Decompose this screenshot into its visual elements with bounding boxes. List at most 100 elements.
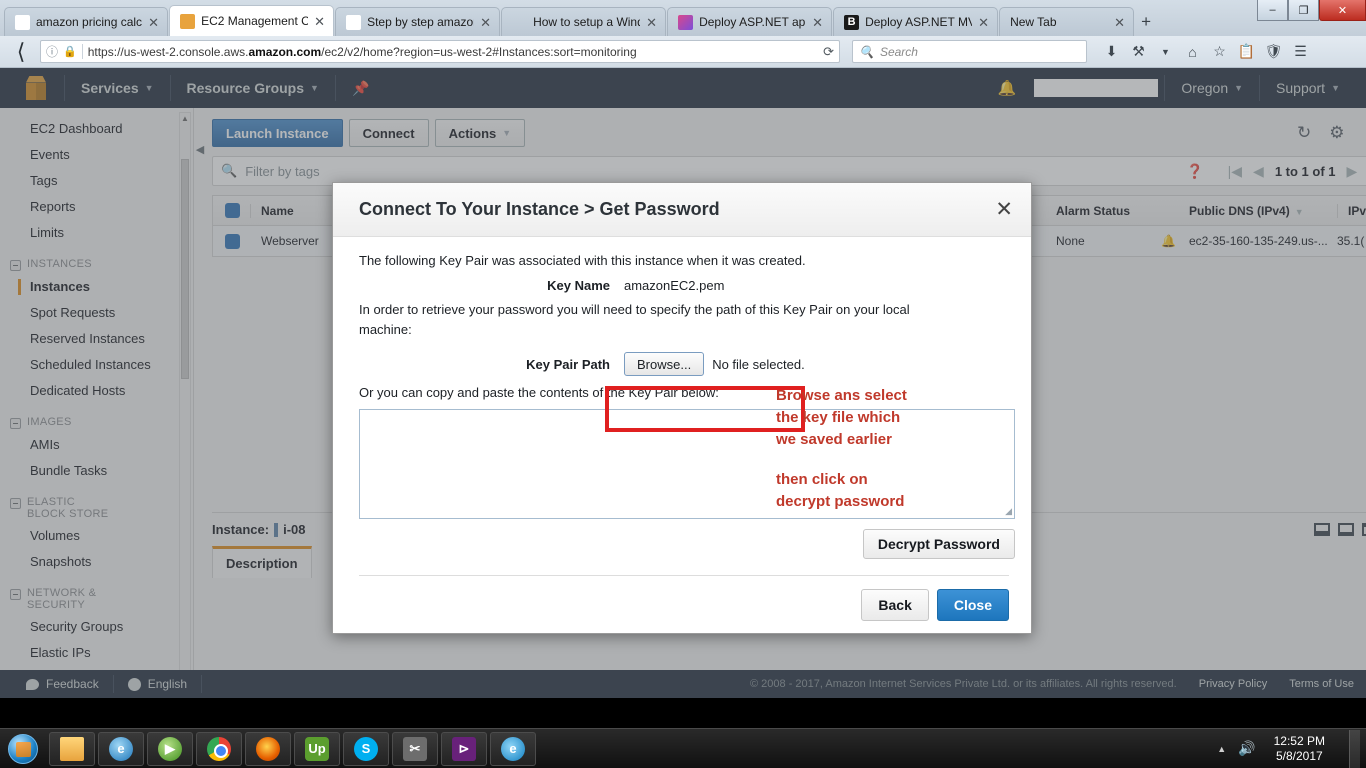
visual-studio-icon: ⊳ (452, 736, 476, 761)
browser-tab-3[interactable]: How to setup a Windows ✕ (501, 7, 667, 36)
restore-button[interactable]: ❐ (1288, 0, 1319, 21)
tab-title: How to setup a Windows (533, 15, 640, 29)
close-icon[interactable]: ✕ (1114, 16, 1126, 29)
tab-title: New Tab (1010, 15, 1057, 29)
browser-tab-0[interactable]: G amazon pricing calc ✕ (4, 7, 169, 36)
taskbar-snipping-tool[interactable]: ✂ (392, 731, 438, 766)
close-icon[interactable]: ✕ (646, 16, 658, 29)
clock-time: 12:52 PM (1273, 733, 1325, 748)
menu-icon[interactable]: ☰ (1288, 40, 1313, 64)
tab-title: Step by step amazon (367, 15, 475, 29)
close-icon[interactable]: ✕ (995, 199, 1013, 220)
close-icon[interactable]: ✕ (148, 16, 160, 29)
browser-tab-1[interactable]: EC2 Management Co ✕ (169, 5, 335, 36)
screen: G amazon pricing calc ✕ EC2 Management C… (0, 0, 1366, 768)
no-file-selected-label: No file selected. (712, 356, 805, 372)
decrypt-password-button[interactable]: Decrypt Password (862, 529, 1015, 559)
get-password-modal: Connect To Your Instance > Get Password … (332, 182, 1032, 634)
aws-icon (180, 13, 196, 29)
firefox-icon (256, 736, 280, 761)
close-icon[interactable]: ✕ (812, 16, 824, 29)
browser-tab-5[interactable]: B Deploy ASP.NET MVC ✕ (833, 7, 999, 36)
key-name-label: Key Name (547, 278, 610, 293)
chevron-down-icon[interactable]: ▼ (1153, 40, 1178, 64)
system-tray: ▲ 🔊 12:52 PM 5/8/2017 (1217, 729, 1366, 768)
close-icon[interactable]: ✕ (314, 15, 326, 28)
decrypt-row: Decrypt Password (359, 529, 1015, 559)
modal-body: The following Key Pair was associated wi… (333, 237, 1031, 559)
close-button[interactable]: Close (936, 589, 1009, 621)
browser-tab-6[interactable]: New Tab ✕ (999, 7, 1135, 36)
home-icon[interactable]: ⌂ (1180, 40, 1205, 64)
internet-explorer-icon: e (109, 736, 133, 761)
highlight-box (605, 386, 805, 432)
uplay-icon: Up (305, 736, 329, 761)
search-icon: 🔍 (859, 44, 874, 59)
clock[interactable]: 12:52 PM 5/8/2017 (1268, 734, 1331, 764)
shield-icon[interactable]: 🛡 (1261, 40, 1286, 64)
close-icon[interactable]: ✕ (978, 16, 990, 29)
key-pair-path-label: Key Pair Path (526, 356, 610, 372)
extension-icon[interactable]: ⚒ (1126, 40, 1151, 64)
modal-footer-buttons: Back Close (359, 589, 1009, 621)
taskbar-chrome[interactable] (196, 731, 242, 766)
close-icon[interactable]: ✕ (480, 16, 492, 29)
browse-button[interactable]: Browse... (624, 352, 705, 376)
volume-icon[interactable]: 🔊 (1238, 740, 1255, 757)
new-tab-button[interactable]: + (1135, 12, 1159, 36)
edge-icon: e (501, 736, 525, 761)
windows-logo-icon (8, 733, 38, 764)
annotation-browse-select: Browse ans select the key file which we … (776, 387, 907, 448)
search-placeholder: Search (879, 44, 918, 59)
tab-title: amazon pricing calc (36, 15, 143, 29)
snipping-tool-icon: ✂ (403, 736, 427, 761)
taskbar-media-player[interactable]: ▶ (147, 731, 193, 766)
modal-instruction-line1: In order to retrieve your password you w… (359, 302, 910, 317)
browser-search-input[interactable]: 🔍 Search (852, 40, 1087, 63)
window-controls: – ❐ ✕ (1257, 0, 1366, 22)
page-info-icon[interactable]: ⓘ (46, 43, 58, 60)
annotation-decrypt: then click on decrypt password (776, 471, 905, 510)
taskbar-internet-explorer[interactable]: e (98, 731, 144, 766)
modal-footer: Back Close (359, 575, 1009, 621)
taskbar-firefox[interactable] (245, 731, 291, 766)
skype-icon: S (354, 736, 378, 761)
downloads-icon[interactable]: ⬇ (1099, 40, 1124, 64)
divider (359, 575, 1009, 576)
modal-instruction-line2: machine: (359, 322, 412, 337)
back-button[interactable]: Back (861, 589, 929, 621)
back-icon[interactable]: ⟨ (8, 39, 34, 65)
file-input[interactable]: Browse... No file selected. (624, 352, 805, 376)
taskbar-file-explorer[interactable] (49, 731, 95, 766)
show-hidden-icons-icon[interactable]: ▲ (1217, 744, 1226, 754)
blog-icon: B (844, 14, 860, 30)
bookmark-star-icon[interactable]: ☆ (1207, 40, 1232, 64)
modal-intro-text: The following Key Pair was associated wi… (359, 253, 806, 268)
key-name-row: Key Name amazonEC2.pem (359, 278, 1009, 293)
show-desktop-button[interactable] (1349, 729, 1360, 768)
tab-title: Deploy ASP.NET MVC (865, 15, 973, 29)
google-icon: G (346, 14, 362, 30)
browser-tab-4[interactable]: Deploy ASP.NET app ✕ (667, 7, 833, 36)
library-icon[interactable]: 📋 (1234, 40, 1259, 64)
taskbar-edge[interactable]: e (490, 731, 536, 766)
lock-icon: 🔒 (63, 46, 77, 58)
address-bar[interactable]: ⓘ 🔒 https://us-west-2.console.aws.amazon… (40, 40, 840, 63)
file-explorer-icon (60, 736, 84, 761)
microsoft-icon (678, 14, 694, 30)
blank-icon (512, 15, 527, 30)
key-name-value: amazonEC2.pem (624, 278, 725, 293)
windows-media-player-icon: ▶ (158, 736, 182, 761)
taskbar-visual-studio[interactable]: ⊳ (441, 731, 487, 766)
tab-title: EC2 Management Co (201, 14, 309, 28)
taskbar-uplay[interactable]: Up (294, 731, 340, 766)
browser-tab-2[interactable]: G Step by step amazon ✕ (335, 7, 501, 36)
close-window-button[interactable]: ✕ (1319, 0, 1366, 21)
resize-grip-icon[interactable]: ◢ (1005, 506, 1012, 517)
start-button[interactable] (0, 730, 46, 768)
reload-icon[interactable]: ⟳ (819, 44, 834, 60)
browser-tabstrip: G amazon pricing calc ✕ EC2 Management C… (0, 0, 1366, 36)
minimize-button[interactable]: – (1257, 0, 1288, 21)
browser-navbar: ⟨ ⓘ 🔒 https://us-west-2.console.aws.amaz… (0, 36, 1366, 68)
taskbar-skype[interactable]: S (343, 731, 389, 766)
